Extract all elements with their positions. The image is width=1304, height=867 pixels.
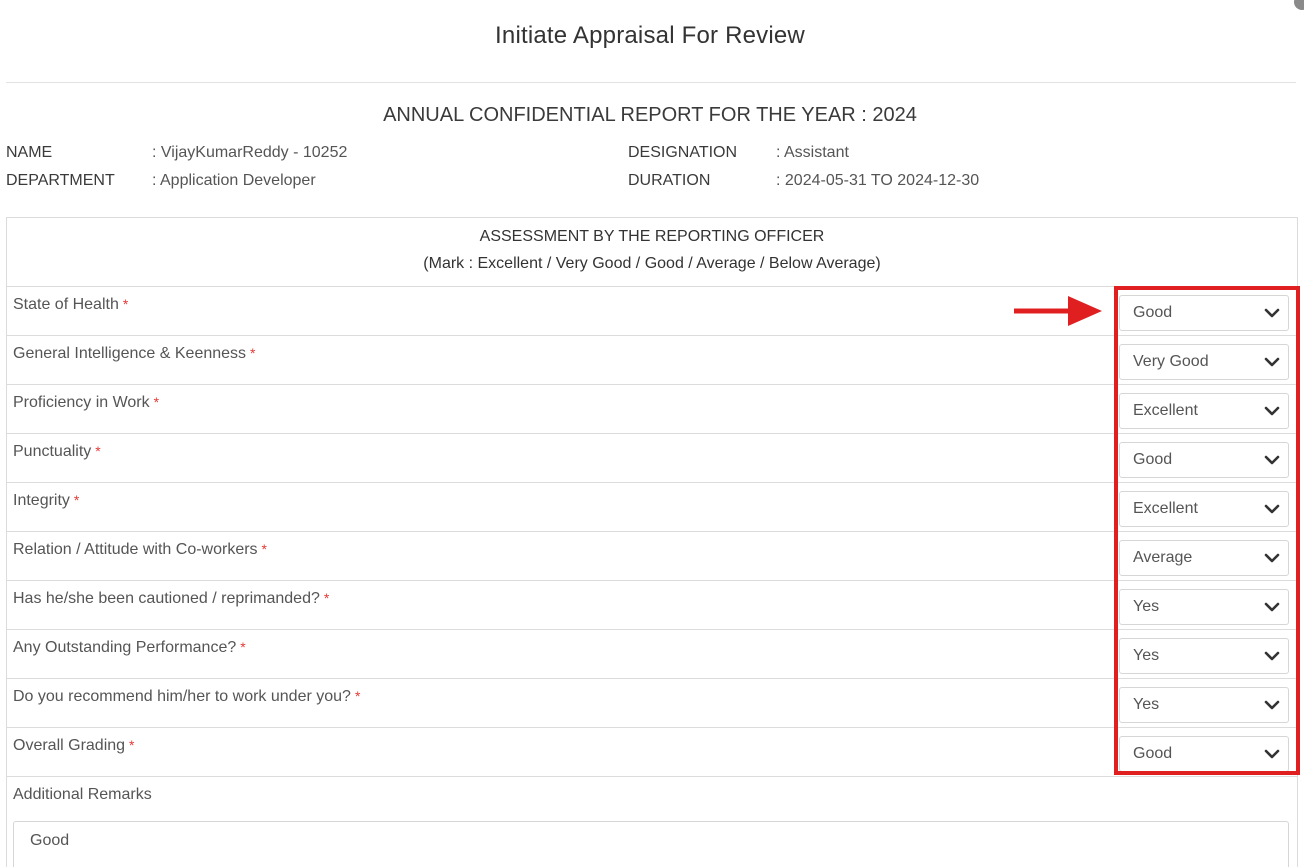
department-label: DEPARTMENT	[6, 172, 115, 189]
assessment-heading: ASSESSMENT BY THE REPORTING OFFICER	[479, 228, 825, 245]
criterion-label: Punctuality *	[13, 443, 101, 461]
criterion-label-text: Has he/she been cautioned / reprimanded?	[13, 590, 320, 607]
required-marker: *	[240, 639, 246, 655]
rating-select-value: Yes	[1133, 647, 1160, 664]
rating-select-value: Good	[1133, 451, 1173, 468]
rating-select[interactable]: Yes	[1119, 589, 1289, 625]
criterion-label: Relation / Attitude with Co-workers *	[13, 541, 267, 559]
designation-value: : Assistant	[776, 144, 849, 161]
assessment-row-5: Integrity * Excellent	[7, 483, 1297, 532]
chevron-down-icon	[1264, 651, 1280, 661]
criterion-label-text: Integrity	[13, 492, 70, 509]
criterion-label-text: Do you recommend him/her to work under y…	[13, 688, 351, 705]
required-marker: *	[153, 394, 160, 410]
duration-value: : 2024-05-31 TO 2024-12-30	[776, 172, 980, 189]
rating-select-value: Excellent	[1133, 402, 1198, 419]
remarks-row: Additional Remarks Good	[7, 777, 1297, 867]
required-marker: *	[250, 345, 256, 361]
title-divider	[6, 82, 1296, 83]
duration-label: DURATION	[628, 172, 711, 189]
remarks-input[interactable]: Good	[13, 821, 1289, 867]
criterion-label-text: Relation / Attitude with Co-workers	[13, 541, 258, 558]
required-marker: *	[73, 492, 80, 508]
name-value: : VijayKumarReddy - 10252	[152, 144, 348, 161]
assessment-row-10: Overall Grading * Good	[7, 728, 1297, 777]
assessment-rows: State of Health * Good General Intelligen…	[7, 287, 1297, 777]
rating-select-value: Excellent	[1133, 500, 1198, 517]
assessment-row-6: Relation / Attitude with Co-workers * Ave…	[7, 532, 1297, 581]
appraisal-modal: Initiate Appraisal For Review ANNUAL CON…	[0, 0, 1304, 867]
criterion-label-text: Any Outstanding Performance?	[13, 639, 237, 656]
required-marker: *	[129, 737, 135, 753]
required-marker: *	[354, 688, 361, 704]
criterion-label-text: General Intelligence & Keenness	[13, 345, 247, 362]
report-heading: ANNUAL CONFIDENTIAL REPORT FOR THE YEAR …	[383, 104, 917, 126]
rating-select[interactable]: Average	[1119, 540, 1289, 576]
assessment-header: ASSESSMENT BY THE REPORTING OFFICER (Mar…	[7, 218, 1297, 287]
designation-label: DESIGNATION	[628, 144, 738, 161]
rating-select[interactable]: Excellent	[1119, 491, 1289, 527]
assessment-row-8: Any Outstanding Performance? * Yes	[7, 630, 1297, 679]
chevron-down-icon	[1264, 406, 1280, 416]
remarks-label: Additional Remarks	[13, 786, 152, 803]
assessment-row-7: Has he/she been cautioned / reprimanded?…	[7, 581, 1297, 630]
rating-select-value: Average	[1133, 549, 1193, 566]
criterion-label-text: Punctuality	[13, 443, 92, 460]
rating-select-value: Good	[1133, 745, 1173, 762]
rating-select-value: Very Good	[1133, 353, 1209, 370]
chevron-down-icon	[1264, 357, 1280, 367]
name-label: NAME	[6, 144, 53, 161]
chevron-down-icon	[1264, 308, 1280, 318]
close-dot-icon[interactable]	[1294, 0, 1304, 10]
rating-select[interactable]: Good	[1119, 295, 1289, 331]
assessment-row-9: Do you recommend him/her to work under y…	[7, 679, 1297, 728]
modal-title: Initiate Appraisal For Review	[495, 22, 805, 49]
assessment-row-2: General Intelligence & Keenness * Very Go…	[7, 336, 1297, 385]
assessment-table: ASSESSMENT BY THE REPORTING OFFICER (Mar…	[6, 217, 1298, 867]
required-marker: *	[122, 296, 129, 312]
chevron-down-icon	[1264, 602, 1280, 612]
rating-select-value: Yes	[1133, 696, 1160, 713]
rating-select[interactable]: Good	[1119, 736, 1289, 772]
chevron-down-icon	[1264, 749, 1280, 759]
required-marker: *	[323, 590, 330, 606]
department-value: : Application Developer	[152, 172, 316, 189]
rating-select-value: Yes	[1133, 598, 1160, 615]
criterion-label-text: Overall Grading	[13, 737, 126, 754]
rating-select[interactable]: Very Good	[1119, 344, 1289, 380]
criterion-label-text: State of Health	[13, 296, 119, 313]
chevron-down-icon	[1264, 455, 1280, 465]
criterion-label: Do you recommend him/her to work under y…	[13, 688, 360, 706]
chevron-down-icon	[1264, 504, 1280, 514]
criterion-label: General Intelligence & Keenness *	[13, 345, 256, 363]
criterion-label: State of Health *	[13, 296, 128, 314]
rating-select-value: Good	[1133, 304, 1173, 321]
required-marker: *	[95, 443, 101, 459]
assessment-row-1: State of Health * Good	[7, 287, 1297, 336]
criterion-label: Any Outstanding Performance? *	[13, 639, 246, 657]
rating-select[interactable]: Excellent	[1119, 393, 1289, 429]
assessment-subheading: (Mark : Excellent / Very Good / Good / A…	[423, 255, 881, 272]
chevron-down-icon	[1264, 553, 1280, 563]
criterion-label-text: Proficiency in Work	[13, 394, 150, 411]
rating-select[interactable]: Good	[1119, 442, 1289, 478]
assessment-row-3: Proficiency in Work * Excellent	[7, 385, 1297, 434]
required-marker: *	[261, 541, 267, 557]
chevron-down-icon	[1264, 700, 1280, 710]
assessment-row-4: Punctuality * Good	[7, 434, 1297, 483]
rating-select[interactable]: Yes	[1119, 687, 1289, 723]
criterion-label: Integrity *	[13, 492, 79, 510]
criterion-label: Overall Grading *	[13, 737, 135, 755]
criterion-label: Has he/she been cautioned / reprimanded?…	[13, 590, 329, 608]
rating-select[interactable]: Yes	[1119, 638, 1289, 674]
criterion-label: Proficiency in Work *	[13, 394, 159, 412]
